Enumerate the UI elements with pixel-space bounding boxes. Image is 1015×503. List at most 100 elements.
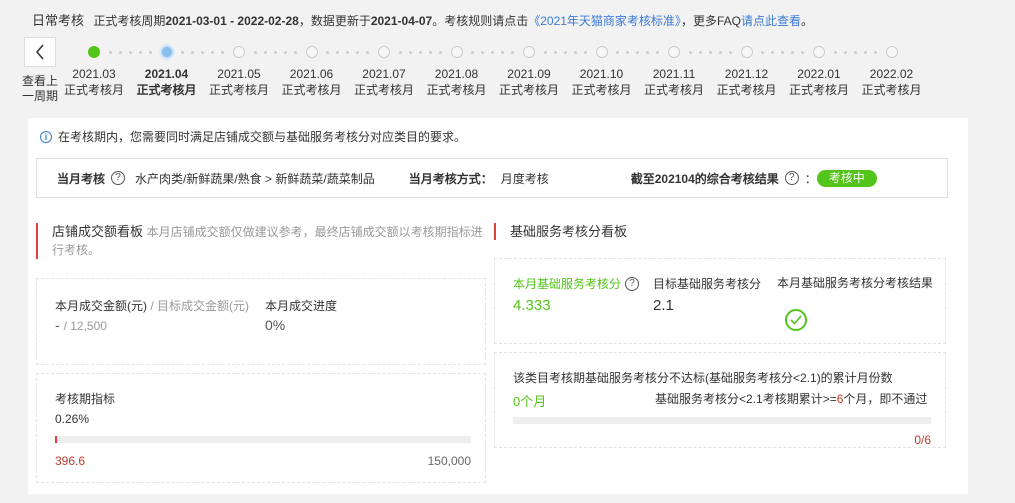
fail-title: 该类目考核期基础服务考核分不达标(基础服务考核分<2.1)的累计月份数 xyxy=(513,371,893,385)
timeline-connector-dot xyxy=(801,51,805,54)
timeline-connector-dot xyxy=(221,51,225,54)
timeline-month-label: 正式考核月 xyxy=(716,83,777,97)
timeline-dot[interactable] xyxy=(740,46,753,58)
timeline-dot[interactable] xyxy=(305,46,318,58)
timeline-connector-dot xyxy=(718,51,722,54)
period-progress-bar xyxy=(55,436,471,443)
timeline-dot[interactable] xyxy=(378,46,390,58)
update-date: 2021-04-07 xyxy=(370,14,433,28)
timeline-dot[interactable] xyxy=(88,46,100,58)
target-score-value: 2.1 xyxy=(653,297,674,314)
timeline-month[interactable]: 2021.08 正式考核月 xyxy=(421,66,493,98)
period-range: 2021-03-01 - 2022-02-28 xyxy=(165,14,299,28)
timeline-month-label: 正式考核月 xyxy=(136,83,197,97)
help-icon[interactable]: ? xyxy=(784,171,799,185)
timeline-month-label: 正式考核月 xyxy=(353,83,414,97)
amount-label-row: 本月成交金额(元) / 目标成交金额(元) xyxy=(55,297,249,314)
timeline-dot[interactable] xyxy=(885,46,898,58)
timeline-dot[interactable] xyxy=(813,46,825,58)
timeline-connector-dot xyxy=(511,51,515,54)
timeline-month[interactable]: 2021.10 正式考核月 xyxy=(566,66,638,98)
timeline-dot[interactable] xyxy=(450,46,463,58)
timeline-connector-dot xyxy=(833,51,837,54)
timeline-connector-dot xyxy=(616,51,620,54)
timeline-connector-dot xyxy=(263,51,267,54)
timeline-month-label: 正式考核月 xyxy=(63,83,124,97)
timeline-connector-dot xyxy=(346,51,350,54)
timeline-month-label: 正式考核月 xyxy=(426,83,487,97)
score-value: 4.333 xyxy=(513,297,551,314)
timeline-connector-dot xyxy=(326,51,330,54)
result-label: 截至202104的综合考核结果 xyxy=(630,171,779,186)
service-board-title: 基础服务考核分看板 xyxy=(510,224,628,239)
help-icon[interactable]: ? xyxy=(111,171,126,185)
timeline-month-label: 正式考核月 xyxy=(498,83,559,97)
timeline-connector-dot xyxy=(418,51,422,54)
timeline-month[interactable]: 2021.05 正式考核月 xyxy=(203,66,275,98)
category-path: 水产肉类/新鲜蔬果/熟食 > 新鲜蔬菜/蔬菜制品 xyxy=(135,171,375,186)
timeline-month[interactable]: 2021.12 正式考核月 xyxy=(711,66,783,98)
rule-text: 。考核规则请点击 xyxy=(432,14,529,28)
target-amount-value: / 12,500 xyxy=(63,319,107,333)
timeline-month[interactable]: 2022.01 正式考核月 xyxy=(783,66,855,98)
timeline-month[interactable]: 2021.06 正式考核月 xyxy=(276,66,348,98)
timeline-connector-dot xyxy=(873,51,877,54)
timeline-month-label: 正式考核月 xyxy=(788,83,849,97)
timeline-connector-dot xyxy=(128,51,132,54)
timeline-connector-dot xyxy=(583,51,587,54)
timeline-month-label: 正式考核月 xyxy=(571,83,632,97)
timeline-month[interactable]: 2021.03 正式考核月 xyxy=(58,66,130,98)
amount-label: 本月成交金额(元) xyxy=(55,299,147,313)
help-icon[interactable]: ? xyxy=(625,276,640,291)
faq-link[interactable]: 请点此查看 xyxy=(741,14,801,28)
timeline-connector-dot xyxy=(698,51,702,54)
timeline-month[interactable]: 2022.02 正式考核月 xyxy=(856,66,928,98)
timeline-connector-dot xyxy=(408,51,412,54)
timeline-month-date: 2021.08 xyxy=(434,67,479,81)
timeline-month-label: 正式考核月 xyxy=(643,83,704,97)
period-target: 150,000 xyxy=(427,454,471,468)
timeline-month[interactable]: 2021.07 正式考核月 xyxy=(348,66,420,98)
timeline-connector-dot xyxy=(138,51,142,54)
timeline-dot[interactable] xyxy=(160,46,173,58)
timeline-month-date: 2021.04 xyxy=(144,67,189,81)
timeline-connector-dot xyxy=(148,51,152,54)
timeline-month[interactable]: 2021.04 正式考核月 xyxy=(131,66,203,98)
timeline-dot[interactable] xyxy=(668,46,680,58)
amount-value-row: - / 12,500 xyxy=(55,317,107,333)
faq-prefix: ，更多FAQ xyxy=(680,14,741,28)
timeline-month[interactable]: 2021.09 正式考核月 xyxy=(493,66,565,98)
timeline-dot[interactable] xyxy=(233,46,245,58)
gmv-board-title: 店铺成交额看板 xyxy=(52,224,144,239)
timeline-connector-dot xyxy=(843,51,847,54)
fail-ratio: 0/6 xyxy=(914,433,931,447)
gmv-month-card: 本月成交金额(元) / 目标成交金额(元) - / 12,500 本月成交进度 … xyxy=(36,278,486,365)
rule-link[interactable]: 《2021年天猫商家考核标准》 xyxy=(528,14,681,28)
prev-cycle-label[interactable]: 查看上一周期 xyxy=(22,74,58,104)
timeline-connector-dot xyxy=(201,51,205,54)
prev-cycle-button[interactable] xyxy=(24,37,56,67)
timeline-month-date: 2021.12 xyxy=(724,67,769,81)
timeline-connector-dot xyxy=(491,51,495,54)
page-title: 日常考核 xyxy=(32,13,85,28)
period-prefix: 正式考核周期 xyxy=(93,14,166,28)
timeline-dot[interactable] xyxy=(523,46,535,58)
check-circle-icon xyxy=(785,309,807,331)
timeline-connector-dot xyxy=(118,51,122,54)
timeline-month[interactable]: 2021.11 正式考核月 xyxy=(638,66,710,98)
timeline-connector-dot xyxy=(471,51,475,54)
timeline-connector-dot xyxy=(181,51,185,54)
result-score-label: 本月基础服务考核分考核结果 xyxy=(777,276,934,290)
timeline-month-date: 2021.11 xyxy=(652,67,696,81)
timeline-dot[interactable] xyxy=(595,46,608,58)
score-label-row: 本月基础服务考核分 ? xyxy=(513,275,645,292)
progress-label: 本月成交进度 xyxy=(265,299,338,313)
timeline-connector-dot xyxy=(688,51,692,54)
timeline-connector-dot xyxy=(191,51,195,54)
timeline-month-date: 2022.02 xyxy=(869,67,914,81)
method-value: 月度考核 xyxy=(500,171,549,186)
timeline-connector-dot xyxy=(563,51,567,54)
result-colon: ： xyxy=(804,171,817,186)
service-score-card: 本月基础服务考核分 ? 4.333 目标基础服务考核分 2.1 本月基础服务考核… xyxy=(494,258,946,344)
gmv-period-card: 考核期指标 0.26% 396.6 150,000 xyxy=(36,373,486,483)
